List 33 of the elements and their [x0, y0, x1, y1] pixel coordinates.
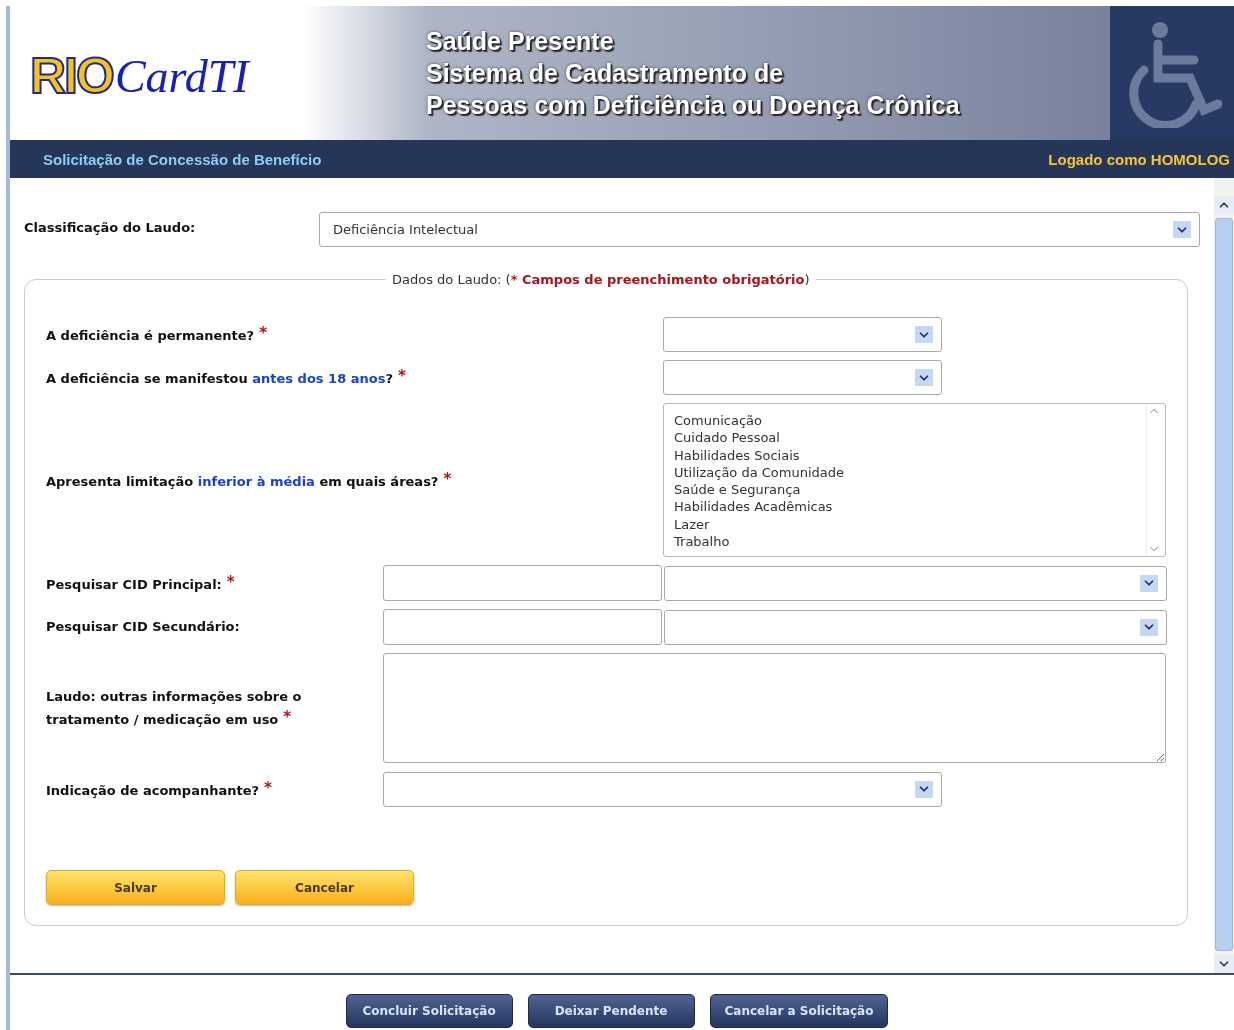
list-option[interactable]: Habilidades Acadêmicas [674, 498, 1136, 516]
action-button[interactable]: Concluir Solicitação [345, 994, 513, 1028]
field-label: Classificação do Laudo: [24, 219, 197, 235]
search-field[interactable] [383, 609, 662, 645]
list-option[interactable]: Comunicação [674, 412, 1136, 430]
logged-user: Logado como HOMOLOG [1048, 150, 1230, 168]
dropdown-field[interactable] [664, 565, 1167, 601]
list-option[interactable]: Utilização da Comunidade [674, 463, 1136, 482]
list-option[interactable]: Trabalho [674, 533, 1136, 551]
list-option[interactable]: Saúde e Segurança [674, 481, 1136, 499]
dropdown-field[interactable] [663, 317, 942, 352]
list-option[interactable]: Lazer [674, 515, 1136, 534]
logo: RIOCardTI [29, 47, 252, 106]
page-title: Solicitação de Concessão de Benefício [43, 150, 322, 168]
action-button[interactable]: Deixar Pendente [527, 994, 695, 1028]
dropdown-field[interactable] [383, 771, 942, 807]
form-button[interactable]: Cancelar [235, 870, 414, 905]
panel-legend: Dados do Laudo: (* Campos de preenchimento obrigatório) [386, 272, 816, 287]
text-area[interactable] [383, 653, 1166, 763]
search-field[interactable] [383, 565, 662, 601]
dropdown-field[interactable] [663, 360, 942, 395]
form-button[interactable]: Salvar [46, 870, 225, 905]
list-option[interactable]: Cuidado Pessoal [674, 429, 1136, 447]
dropdown-field[interactable]: Deficiência Intelectual [319, 212, 1200, 247]
listbox[interactable]: Comunicação Cuidado Pessoal Habilidades Sociais Utilização da Comunidade Saúde e Segurança Habilidades Acadêmicas Lazer Trabalho [663, 403, 1166, 557]
system-title: Pessoas com Deficiência ou Doença Crônica [426, 90, 961, 120]
dropdown-field[interactable] [664, 609, 1167, 645]
system-title: Sistema de Cadastramento de [426, 58, 785, 88]
list-option[interactable]: Habilidades Sociais [674, 446, 1136, 464]
scrollbar[interactable] [1214, 178, 1234, 973]
field-label: Pesquisar CID Secundário: [46, 618, 241, 636]
system-title: Saúde Presente [426, 26, 615, 56]
action-button[interactable]: Cancelar a Solicitação [709, 994, 889, 1028]
